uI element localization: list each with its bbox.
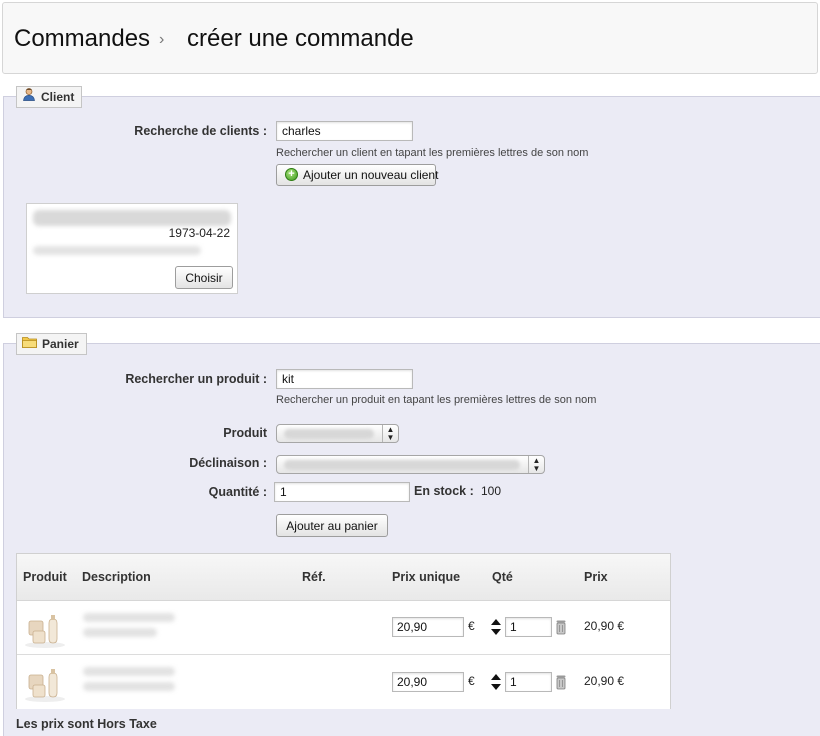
- line-total: 20,90 €: [584, 674, 625, 688]
- quantity-input[interactable]: [274, 482, 410, 502]
- product-thumbnail: [23, 663, 67, 703]
- select-arrows-icon: ▲ ▼: [382, 425, 398, 442]
- cart-table: Produit Description Réf. Prix unique Qté…: [16, 553, 671, 709]
- client-email-redacted: [33, 246, 201, 255]
- cart-legend: Panier: [16, 333, 87, 355]
- page-title: créer une commande: [187, 25, 414, 52]
- choose-client-button[interactable]: Choisir: [175, 266, 233, 289]
- breadcrumb-separator-icon: ›: [159, 31, 165, 48]
- table-row: € 20,90 €: [17, 601, 670, 655]
- product-select-value-redacted: [284, 429, 374, 439]
- product-name-redacted: [83, 613, 175, 622]
- stock-label: En stock :: [414, 484, 474, 498]
- quantity-label: Quantité :: [208, 485, 267, 499]
- product-thumbnail: [23, 609, 67, 649]
- breadcrumb-parent[interactable]: Commandes: [14, 25, 150, 53]
- client-search-input[interactable]: [276, 121, 413, 141]
- client-birthdate: 1973-04-22: [168, 226, 230, 240]
- product-name-redacted: [83, 667, 175, 676]
- cart-table-header: Produit Description Réf. Prix unique Qté…: [17, 554, 670, 601]
- qty-input[interactable]: [505, 672, 552, 692]
- trash-icon[interactable]: [555, 674, 567, 690]
- table-row: € 20,90 €: [17, 655, 670, 709]
- add-icon: +: [285, 168, 298, 182]
- header-prix: Prix: [584, 570, 608, 584]
- declinaison-select[interactable]: ▲ ▼: [276, 455, 545, 474]
- declinaison-select-value-redacted: [284, 460, 520, 470]
- header-ref: Réf.: [302, 570, 326, 584]
- declinaison-label: Déclinaison :: [189, 456, 267, 470]
- qty-stepper-icon[interactable]: [490, 618, 502, 636]
- select-arrows-icon: ▲ ▼: [528, 456, 544, 473]
- client-result-card: 1973-04-22 Choisir: [26, 203, 238, 294]
- product-search-label: Rechercher un produit :: [125, 372, 267, 386]
- currency-symbol: €: [468, 619, 475, 633]
- user-icon: [22, 87, 36, 107]
- header-produit: Produit: [23, 570, 67, 584]
- product-select[interactable]: ▲ ▼: [276, 424, 399, 443]
- add-client-label: Ajouter un nouveau client: [303, 168, 439, 182]
- qty-stepper-icon[interactable]: [490, 673, 502, 691]
- add-to-cart-button[interactable]: Ajouter au panier: [276, 514, 388, 537]
- header-qte: Qté: [492, 570, 513, 584]
- page-header: Commandes › créer une commande: [2, 2, 818, 74]
- qty-input[interactable]: [505, 617, 552, 637]
- client-search-label: Recherche de clients :: [134, 124, 267, 138]
- trash-icon[interactable]: [555, 619, 567, 635]
- stock-value: 100: [481, 484, 502, 498]
- client-search-hint: Rechercher un client en tapant les premi…: [276, 147, 589, 159]
- header-description: Description: [82, 570, 151, 584]
- product-search-input[interactable]: [276, 369, 413, 389]
- header-prix-unique: Prix unique: [392, 570, 461, 584]
- client-legend-label: Client: [41, 90, 75, 104]
- product-variant-redacted: [83, 628, 157, 637]
- client-name-redacted: [33, 210, 231, 226]
- folder-icon: [22, 334, 37, 354]
- product-variant-redacted: [83, 682, 175, 691]
- product-search-hint: Rechercher un produit en tapant les prem…: [276, 394, 597, 406]
- tax-note: Les prix sont Hors Taxe: [16, 717, 157, 731]
- add-client-button[interactable]: + Ajouter un nouveau client: [276, 164, 439, 186]
- line-total: 20,90 €: [584, 619, 625, 633]
- client-legend: Client: [16, 86, 83, 108]
- unit-price-input[interactable]: [392, 672, 464, 692]
- product-label: Produit: [223, 426, 267, 440]
- currency-symbol: €: [468, 674, 475, 688]
- unit-price-input[interactable]: [392, 617, 464, 637]
- cart-legend-label: Panier: [42, 337, 79, 351]
